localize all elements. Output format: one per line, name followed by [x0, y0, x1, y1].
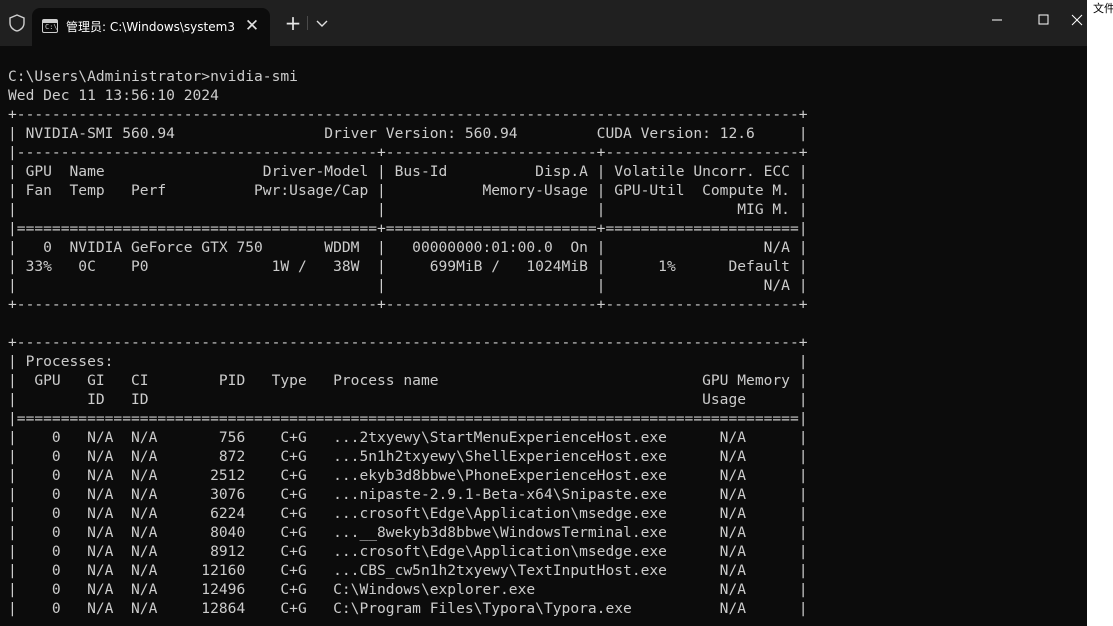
terminal-line: | 0 N/A N/A 872 C+G ...5n1h2txyewy\Shell… — [8, 448, 808, 465]
terminal-line: | | | MIG M. | — [8, 201, 808, 218]
terminal-line: +---------------------------------------… — [8, 106, 808, 123]
terminal-line: |=======================================… — [8, 220, 808, 237]
terminal-line: | 0 N/A N/A 2512 C+G ...ekyb3d8bbwe\Phon… — [8, 467, 808, 484]
terminal-line: +---------------------------------------… — [8, 296, 808, 313]
maximize-button[interactable] — [1020, 0, 1066, 40]
desktop-background: 文件 — [1087, 0, 1113, 626]
close-tab-button[interactable]: ✕ — [240, 14, 264, 38]
terminal-output[interactable]: C:\Users\Administrator>nvidia-smi Wed Dec… — [0, 46, 1087, 626]
terminal-line: | Fan Temp Perf Pwr:Usage/Cap | Memory-U… — [8, 182, 808, 199]
new-tab-button[interactable]: + — [280, 10, 306, 36]
terminal-line: | NVIDIA-SMI 560.94 Driver Version: 560.… — [8, 125, 808, 142]
terminal-line: | GPU GI CI PID Type Process name GPU Me… — [8, 372, 808, 389]
cmd-icon-glyph: C:\ — [45, 23, 58, 31]
terminal-line: | 0 N/A N/A 12160 C+G ...CBS_cw5n1h2txye… — [8, 562, 808, 579]
terminal-line: |---------------------------------------… — [8, 144, 808, 161]
shield-icon — [9, 14, 25, 32]
close-window-button[interactable] — [1066, 0, 1087, 40]
title-bar: C:\ 管理员: C:\Windows\system32\cmd.exe ✕ + — [0, 0, 1087, 46]
tab-title: 管理员: C:\Windows\system32\cmd.exe — [66, 20, 234, 34]
terminal-line: | 33% 0C P0 1W / 38W | 699MiB / 1024MiB … — [8, 258, 808, 275]
terminal-line: Wed Dec 11 13:56:10 2024 — [8, 87, 219, 104]
tab-cmd[interactable]: C:\ 管理员: C:\Windows\system32\cmd.exe ✕ — [32, 8, 270, 46]
terminal-line: | | | N/A | — [8, 277, 808, 294]
tab-separator — [307, 16, 308, 30]
terminal-line: +---------------------------------------… — [8, 334, 808, 351]
terminal-line: | GPU Name Driver-Model | Bus-Id Disp.A … — [8, 163, 808, 180]
terminal-line: | 0 N/A N/A 8912 C+G ...crosoft\Edge\App… — [8, 543, 808, 560]
chevron-down-icon[interactable] — [310, 10, 334, 36]
terminal-line: | 0 N/A N/A 3076 C+G ...nipaste-2.9.1-Be… — [8, 486, 808, 503]
desktop-label: 文件 — [1093, 2, 1113, 15]
terminal-line: |=======================================… — [8, 410, 808, 427]
minimize-button[interactable] — [974, 0, 1020, 40]
terminal-line: | 0 N/A N/A 756 C+G ...2txyewy\StartMenu… — [8, 429, 808, 446]
terminal-line: | 0 N/A N/A 12496 C+G C:\Windows\explore… — [8, 581, 808, 598]
terminal-line: | Processes: | — [8, 353, 808, 370]
terminal-line: | 0 N/A N/A 6224 C+G ...crosoft\Edge\App… — [8, 505, 808, 522]
terminal-line: | 0 NVIDIA GeForce GTX 750 WDDM | 000000… — [8, 239, 808, 256]
terminal-line: | 0 N/A N/A 8040 C+G ...__8wekyb3d8bbwe\… — [8, 524, 808, 541]
terminal-line: | ID ID Usage | — [8, 391, 808, 408]
cmd-icon: C:\ — [42, 19, 58, 33]
terminal-line: | 0 N/A N/A 12864 C+G C:\Program Files\T… — [8, 600, 808, 617]
terminal-line: C:\Users\Administrator>nvidia-smi — [8, 68, 298, 85]
